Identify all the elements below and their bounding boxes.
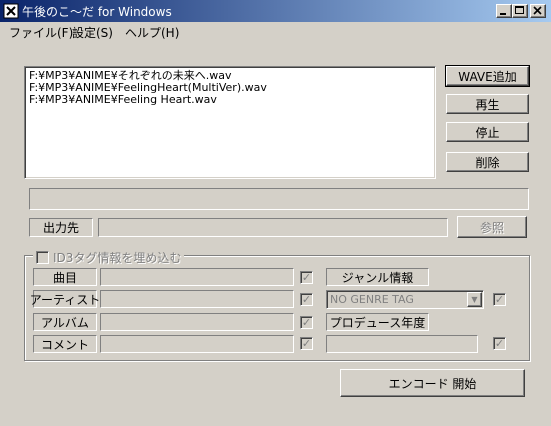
play-button[interactable]: 再生 [446,94,529,114]
window-title: 午後のこ～だ for Windows [22,5,172,19]
chevron-down-icon[interactable]: ▼ [467,292,482,307]
output-path-field[interactable] [98,218,448,237]
minimize-button[interactable] [496,4,512,18]
genre-label: ジャンル情報 [326,268,429,286]
add-wave-button[interactable]: WAVE追加 [445,65,530,87]
id3-embed-checkbox[interactable] [36,251,49,264]
minimize-icon [500,13,506,15]
file-list[interactable]: F:¥MP3¥ANIME¥それぞれの未来へ.wav F:¥MP3¥ANIME¥F… [24,66,436,179]
close-icon [533,6,542,15]
comment-tag-label: コメント [33,335,97,353]
album-tag-field[interactable] [100,313,294,331]
year-label: プロデュース年度 [326,313,429,331]
menu-help[interactable]: ヘルプ(H) [125,24,179,41]
maximize-button[interactable] [512,4,528,18]
year-field[interactable] [326,335,478,353]
album-tag-checkbox[interactable]: ✓ [300,316,313,329]
app-icon [3,3,19,19]
progress-bar [29,188,529,210]
year-checkbox[interactable]: ✓ [493,337,506,350]
id3-embed-toggle[interactable]: ID3タグ情報を埋め込む [33,249,185,266]
title-tag-label: 曲目 [33,268,97,286]
artist-tag-checkbox[interactable]: ✓ [300,293,313,306]
comment-tag-field[interactable] [100,335,294,353]
genre-select[interactable]: NO GENRE TAG ▼ [326,290,484,309]
browse-button[interactable]: 参照 [457,216,527,238]
title-bar[interactable]: 午後のこ～だ for Windows [0,0,551,22]
artist-tag-label: アーティスト [30,290,100,308]
menu-file[interactable]: ファイル(F) [9,24,73,41]
maximize-icon [515,6,524,14]
delete-button[interactable]: 削除 [446,152,529,172]
menu-bar: ファイル(F) 設定(S) ヘルプ(H) [0,22,551,41]
title-tag-field[interactable] [100,268,294,286]
close-button[interactable] [530,4,546,18]
artist-tag-field[interactable] [100,290,294,308]
album-tag-label: アルバム [33,313,97,331]
stop-button[interactable]: 停止 [446,122,529,142]
list-item[interactable]: F:¥MP3¥ANIME¥Feeling Heart.wav [29,94,431,106]
encode-start-button[interactable]: エンコード 開始 [340,369,525,397]
id3-embed-label: ID3タグ情報を埋め込む [53,251,182,265]
menu-settings[interactable]: 設定(S) [72,24,113,41]
genre-checkbox[interactable]: ✓ [493,293,506,306]
title-tag-checkbox[interactable]: ✓ [300,271,313,284]
comment-tag-checkbox[interactable]: ✓ [300,337,313,350]
output-label: 出力先 [29,218,93,237]
